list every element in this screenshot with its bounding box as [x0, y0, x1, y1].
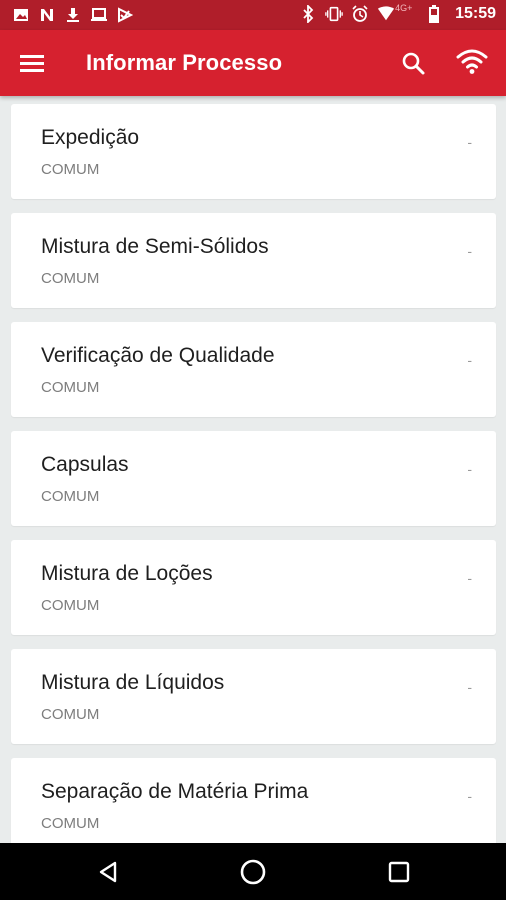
signal-icon: 4G+ — [377, 3, 412, 23]
status-bar: 4G+ 15:59 — [0, 0, 506, 30]
list-item[interactable]: Mistura de Loções COMUM - — [11, 540, 496, 635]
item-title: Mistura de Loções — [41, 562, 213, 585]
back-button[interactable] — [96, 860, 120, 884]
laptop-icon — [90, 6, 108, 24]
menu-icon — [20, 55, 44, 72]
menu-button[interactable] — [18, 50, 48, 76]
page-title: Informar Processo — [86, 50, 283, 75]
item-status: - — [467, 134, 472, 150]
search-button[interactable] — [400, 50, 428, 78]
item-subtitle: COMUM — [41, 706, 100, 723]
notification-icons — [12, 6, 134, 24]
wifi-icon — [456, 49, 488, 74]
item-subtitle: COMUM — [41, 815, 100, 832]
item-status: - — [467, 352, 472, 368]
item-title: Verificação de Qualidade — [41, 344, 275, 367]
list-item[interactable]: Verificação de Qualidade COMUM - — [11, 322, 496, 417]
app-bar: Informar Processo — [0, 30, 506, 96]
item-title: Capsulas — [41, 453, 129, 476]
list-item[interactable]: Separação de Matéria Prima COMUM - — [11, 758, 496, 853]
item-subtitle: COMUM — [41, 161, 100, 178]
vibrate-icon — [325, 5, 343, 23]
item-subtitle: COMUM — [41, 270, 100, 287]
play-check-icon — [116, 6, 134, 24]
home-button[interactable] — [239, 858, 267, 886]
alarm-icon — [351, 5, 369, 23]
item-subtitle: COMUM — [41, 597, 100, 614]
item-title: Mistura de Semi-Sólidos — [41, 235, 269, 258]
wifi-button[interactable] — [455, 47, 489, 77]
item-title: Separação de Matéria Prima — [41, 780, 309, 803]
navigation-bar — [0, 843, 506, 900]
item-subtitle: COMUM — [41, 379, 100, 396]
item-status: - — [467, 679, 472, 695]
bluetooth-icon — [299, 5, 317, 23]
item-status: - — [467, 461, 472, 477]
system-icons: 4G+ 15:59 — [299, 3, 496, 23]
list-item[interactable]: Expedição COMUM - — [11, 104, 496, 199]
home-icon — [240, 859, 266, 885]
battery-icon — [425, 5, 443, 23]
item-status: - — [467, 570, 472, 586]
list-item[interactable]: Mistura de Semi-Sólidos COMUM - — [11, 213, 496, 308]
network-type: 4G+ — [395, 3, 413, 13]
image-icon — [12, 6, 30, 24]
back-icon — [99, 861, 117, 883]
item-title: Mistura de Líquidos — [41, 671, 225, 694]
item-status: - — [467, 788, 472, 804]
n-icon — [38, 6, 56, 24]
download-icon — [64, 6, 82, 24]
recent-apps-icon — [388, 861, 410, 883]
clock: 15:59 — [455, 5, 496, 22]
item-status: - — [467, 243, 472, 259]
search-icon — [402, 52, 425, 75]
list-item[interactable]: Capsulas COMUM - — [11, 431, 496, 526]
process-list: Expedição COMUM - Mistura de Semi-Sólido… — [11, 104, 496, 867]
recent-apps-button[interactable] — [388, 861, 410, 883]
list-item[interactable]: Mistura de Líquidos COMUM - — [11, 649, 496, 744]
item-title: Expedição — [41, 126, 140, 149]
item-subtitle: COMUM — [41, 488, 100, 505]
